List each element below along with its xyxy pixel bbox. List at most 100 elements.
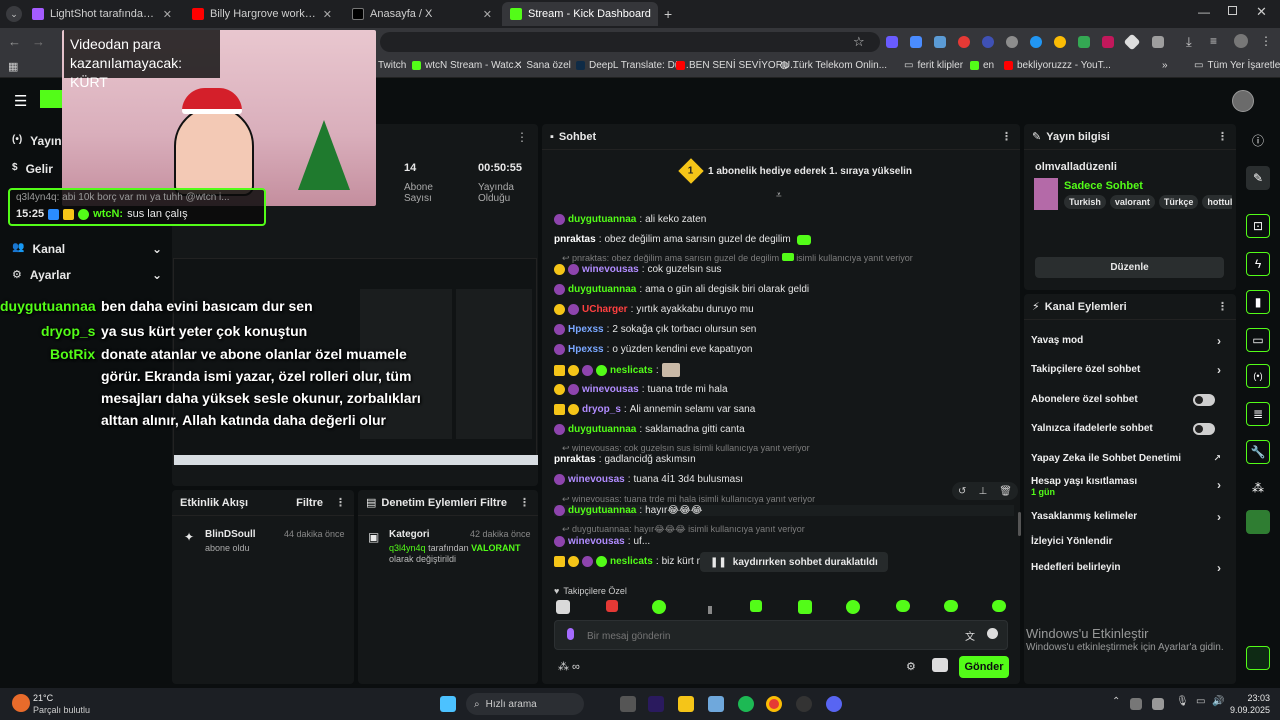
extension-icon[interactable]	[1006, 36, 1018, 48]
chat-message[interactable]: pnraktas: gadlancidğ askımsın	[554, 454, 696, 465]
bookmark-deepl[interactable]: DeepL Translate: Dü...	[576, 60, 689, 71]
dots-icon[interactable]: ⁂	[1246, 476, 1270, 500]
emote-icon[interactable]	[798, 600, 812, 614]
discord-icon[interactable]	[826, 696, 842, 712]
bookmark-en[interactable]: en	[970, 60, 994, 71]
chat-message[interactable]: UCharger: yırtık ayakkabu duruyo mu	[554, 304, 754, 315]
close-icon[interactable]: ✕	[657, 8, 658, 21]
lightning-icon[interactable]: ϟ	[1246, 252, 1270, 276]
chat-message[interactable]: pnraktas: obez değilim ama sarısın guzel …	[554, 234, 811, 245]
subscribers-only-toggle[interactable]	[1193, 393, 1215, 406]
emote-icon[interactable]	[708, 606, 712, 614]
action-goals[interactable]: Hedefleri belirleyin ›	[1031, 561, 1227, 575]
chat-message[interactable]: neslicats:	[554, 363, 680, 377]
download-icon[interactable]: ⤓	[1186, 34, 1192, 50]
tab-kick-dashboard[interactable]: Stream - Kick Dashboard ✕	[502, 2, 658, 26]
tag-chip[interactable]: Türkçe	[1158, 195, 1199, 209]
emote-icon[interactable]	[992, 600, 1006, 612]
panel-menu-icon[interactable]: ⋮	[1001, 130, 1012, 143]
extension-icon[interactable]	[910, 36, 922, 48]
hamburger-menu-icon[interactable]: ☰	[14, 92, 27, 110]
chat-bubble-icon[interactable]: ▭	[1246, 328, 1270, 352]
chat-scrollbar[interactable]	[1018, 512, 1021, 536]
bookmark-ferit-klipler[interactable]: ▭ ferit klipler	[904, 60, 963, 71]
action-banned-words[interactable]: Yasaklanmış kelimeler ›	[1031, 510, 1227, 524]
action-account-age[interactable]: Hesap yaşı kısıtlaması 1 gün ›	[1031, 476, 1227, 497]
action-ai-moderation[interactable]: Yapay Zeka ile Sohbet Denetimi ↗	[1031, 453, 1227, 464]
filter-button[interactable]: Filtre	[480, 497, 507, 509]
back-icon[interactable]: ←	[8, 34, 21, 49]
emoji-icon[interactable]	[987, 628, 998, 639]
extension-icon[interactable]	[1123, 33, 1141, 51]
chat-message[interactable]: winevousas: cok guzelsın sus	[554, 264, 721, 275]
emote-only-toggle[interactable]	[1193, 422, 1215, 435]
panel-menu-icon[interactable]: ⋮	[1217, 300, 1228, 313]
bookmark-all[interactable]: ▭ Tüm Yer İşaretleri	[1194, 60, 1280, 71]
chat-message[interactable]: duygutuannaa: ali keko zaten	[554, 214, 706, 225]
camera-focus-icon[interactable]: ⊡	[1246, 214, 1270, 238]
tray-icon[interactable]	[1130, 698, 1142, 710]
translate-icon[interactable]: 文	[965, 628, 975, 643]
action-followers-only[interactable]: Takipçilere özel sohbet ›	[1031, 363, 1227, 377]
tab-list-icon[interactable]: ⌄	[6, 6, 22, 22]
app-icon[interactable]	[1246, 510, 1270, 534]
app-icon[interactable]	[796, 696, 812, 712]
kick-logo[interactable]	[40, 90, 64, 108]
sidebar-item-ayarlar[interactable]: ⚙ Ayarlar ⌄	[12, 268, 162, 282]
chat-message[interactable]: winevousas: tuana 4İ1 3d4 bulusması	[554, 474, 743, 485]
browser-menu-icon[interactable]: ⋮	[1260, 34, 1272, 48]
tag-chip[interactable]: Turkish	[1064, 195, 1106, 209]
panel-menu-icon[interactable]: ⋮	[335, 496, 346, 509]
chat-settings-icon[interactable]: ⚙	[906, 660, 916, 673]
emote-icon[interactable]	[606, 600, 618, 612]
close-window-icon[interactable]: ✕	[1256, 4, 1267, 20]
extensions-puzzle-icon[interactable]	[1152, 36, 1164, 48]
forward-icon[interactable]: →	[32, 34, 45, 49]
chat-input-box[interactable]: 文	[554, 620, 1008, 650]
chat-message[interactable]: winevousas: uf...	[554, 536, 650, 547]
emote-icon[interactable]	[846, 600, 860, 614]
filter-button[interactable]: Filtre	[296, 497, 323, 509]
app-icon[interactable]	[708, 696, 724, 712]
chat-message[interactable]: duygutuannaa: ama o gün ali degisik biri …	[554, 284, 809, 295]
wrench-icon[interactable]: 🔧	[1246, 440, 1270, 464]
chat-message[interactable]: duygutuannaa: saklamadna gitti canta	[554, 424, 745, 435]
chat-message[interactable]: dryop_s: Ali annemin selamı var sana	[554, 404, 755, 415]
new-tab-icon[interactable]: +	[664, 6, 672, 22]
tag-chip[interactable]: hottul	[1202, 195, 1232, 209]
info-icon[interactable]: ⓘ	[1246, 128, 1270, 152]
microphone-icon[interactable]: 🎙	[1176, 696, 1189, 707]
action-raid[interactable]: İzleyici Yönlendir	[1031, 536, 1227, 547]
premiere-icon[interactable]	[648, 696, 664, 712]
sidebar-item-kanal[interactable]: 👥 Kanal ⌄	[12, 242, 162, 256]
extension-icon[interactable]	[934, 36, 946, 48]
chat-message[interactable]: winevousas: tuana trde mi hala	[554, 384, 728, 395]
chat-options-icon[interactable]: ⁂ ∞	[558, 660, 580, 673]
close-icon[interactable]: ✕	[323, 8, 332, 21]
user-avatar[interactable]	[1232, 90, 1254, 112]
chat-scroll-icon[interactable]: ⩡	[776, 190, 782, 201]
extension-icon[interactable]	[982, 36, 994, 48]
edit-icon[interactable]: ✎	[1246, 166, 1270, 190]
close-icon[interactable]: ✕	[483, 8, 492, 21]
tray-icon[interactable]	[1152, 698, 1164, 710]
broadcast-icon[interactable]: (•)	[1246, 364, 1270, 388]
network-icon[interactable]: ▭	[1196, 696, 1205, 707]
gift-banner[interactable]: 1 1 abonelik hediye ederek 1. sıraya yük…	[678, 158, 912, 184]
emote-icon[interactable]	[556, 600, 570, 614]
action-subscribers-only[interactable]: Abonelere özel sohbet	[1031, 393, 1227, 406]
emote-icon[interactable]	[750, 600, 762, 612]
extension-icon[interactable]	[958, 36, 970, 48]
tab-x[interactable]: Anasayfa / X ✕	[344, 2, 500, 26]
reply-icon[interactable]: ↺	[958, 486, 966, 497]
bot-icon[interactable]	[932, 658, 948, 672]
tray-chevron-icon[interactable]: ⌃	[1112, 696, 1120, 707]
emote-icon[interactable]	[944, 600, 958, 612]
emote-icon[interactable]	[896, 600, 910, 612]
chat-message[interactable]: duygutuannaa: hayır😂😂😂	[554, 505, 1014, 516]
chat-message[interactable]: Hpexss:2 sokağa çık torbacı olursun sen	[554, 324, 756, 335]
chat-message-input[interactable]	[587, 627, 947, 645]
action-emote-only[interactable]: Yalnızca ifadelerle sohbet	[1031, 422, 1227, 435]
action-slow-mode[interactable]: Yavaş mod ›	[1031, 334, 1227, 348]
profile-icon[interactable]	[1234, 34, 1248, 48]
